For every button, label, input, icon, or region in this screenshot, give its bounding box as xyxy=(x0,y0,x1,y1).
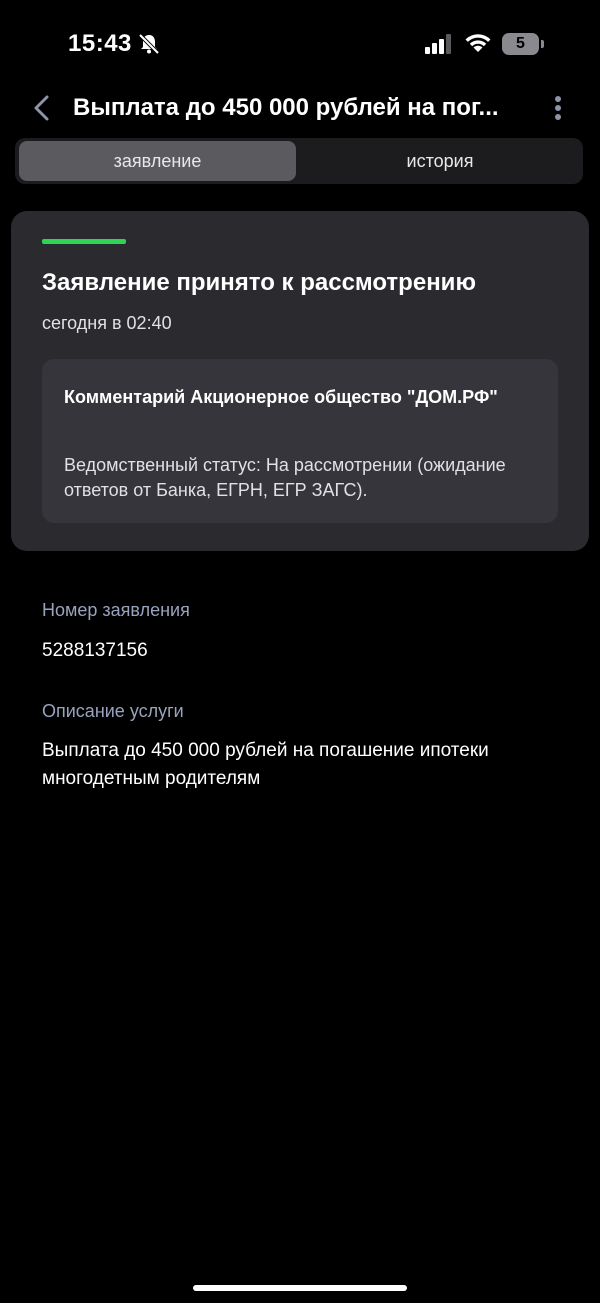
cellular-signal-icon xyxy=(425,34,451,54)
page-title: Выплата до 450 000 рублей на пог... xyxy=(73,94,499,121)
bell-slash-icon xyxy=(138,33,160,55)
battery-tip xyxy=(541,40,544,48)
application-number-label: Номер заявления xyxy=(42,600,190,620)
status-title: Заявление принято к рассмотрению xyxy=(42,269,476,296)
battery-icon: 5 xyxy=(502,33,544,55)
comment-box: Комментарий Акционерное общество "ДОМ.РФ… xyxy=(42,359,558,523)
service-description-value: Выплата до 450 000 рублей на погашение и… xyxy=(42,740,489,789)
comment-text: Ведомственный статус: На рассмотрении (о… xyxy=(64,455,506,500)
wifi-icon xyxy=(465,34,491,52)
tab-history[interactable]: история xyxy=(301,141,579,181)
status-progress-bar xyxy=(42,239,126,244)
chevron-left-icon[interactable] xyxy=(28,93,56,123)
comment-title: Комментарий Акционерное общество "ДОМ.РФ… xyxy=(64,387,498,407)
status-date: сегодня в 02:40 xyxy=(42,313,172,333)
service-description-label: Описание услуги xyxy=(42,701,184,721)
segmented-tabs: заявление история xyxy=(15,138,583,184)
status-card: Заявление принято к рассмотрению сегодня… xyxy=(11,211,589,551)
home-indicator[interactable] xyxy=(193,1285,407,1291)
status-time: 15:43 xyxy=(68,30,132,57)
status-bar: 15:43 5 xyxy=(0,0,600,88)
tab-application[interactable]: заявление xyxy=(19,141,296,181)
more-vertical-icon[interactable] xyxy=(546,93,570,123)
application-number-value: 5288137156 xyxy=(42,640,148,661)
battery-level: 5 xyxy=(502,33,539,55)
header: Выплата до 450 000 рублей на пог... xyxy=(0,88,600,128)
